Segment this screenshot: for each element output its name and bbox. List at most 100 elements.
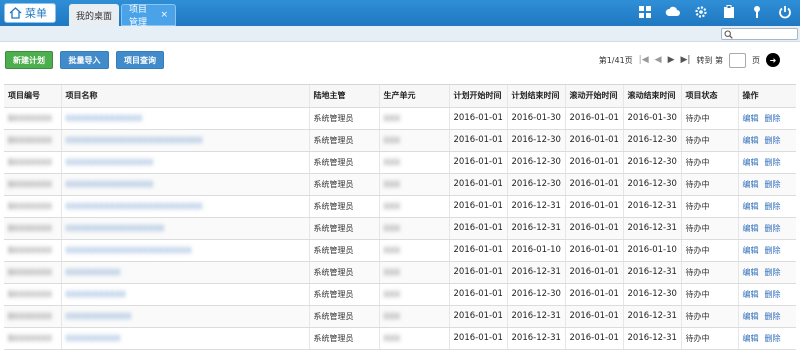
key-icon[interactable]: [748, 3, 766, 21]
menu-button[interactable]: 菜单: [4, 3, 56, 23]
name-value[interactable]: XXXXXXXXXXXXXXXX: [66, 180, 154, 189]
column-header[interactable]: 项目状态: [681, 85, 739, 108]
id-value: BXXXXXXX: [8, 267, 52, 277]
name-value[interactable]: XXXXXXXXXXXXXXXXXX: [66, 224, 165, 233]
next-page-button[interactable]: ▶: [668, 55, 675, 65]
page-number-input[interactable]: [729, 52, 746, 68]
plan-end-value: 2016-12-30: [511, 157, 561, 167]
cell-plan-end: 2016-12-31: [507, 217, 566, 240]
table-header-row: 项目编号 项目名称 陆地主管 生产单元 计划开始时间 计划结束时间 滚动开始时间 滚动结束时间…: [4, 85, 796, 108]
edit-link[interactable]: 编辑: [743, 224, 759, 233]
column-header[interactable]: 生产单元: [379, 85, 450, 108]
cell-plan-start: 2016-01-01: [449, 305, 508, 328]
roll-end-value: 2016-12-31: [627, 223, 677, 233]
id-value: BXXXXXXX: [8, 179, 52, 189]
table-row[interactable]: BXXXXXXX XXXXXXXXXX 系统管理员 XXX 2016-01-01 2016…: [4, 327, 796, 350]
name-value[interactable]: XXXXXXXXXXXXXXXXXXXXXXX: [66, 246, 192, 255]
cell-roll-end: 2016-12-31: [623, 327, 682, 350]
column-header[interactable]: 项目编号: [4, 85, 62, 108]
column-header[interactable]: 操作: [738, 85, 796, 108]
table-row[interactable]: BXXXXXXX XXXXXXXXXXXXXX 系统管理员 XXX 2016-01-01…: [4, 107, 796, 130]
roll-start-value: 2016-01-01: [569, 333, 619, 343]
edit-link[interactable]: 编辑: [743, 334, 759, 343]
last-page-button[interactable]: ▶|: [680, 55, 690, 65]
delete-link[interactable]: 删除: [765, 114, 781, 123]
cloud-icon[interactable]: [664, 3, 682, 21]
unit-value: XXX: [383, 201, 400, 211]
tab-label: 项目管理: [129, 5, 148, 28]
delete-link[interactable]: 删除: [765, 268, 781, 277]
edit-link[interactable]: 编辑: [743, 290, 759, 299]
edit-link[interactable]: 编辑: [743, 268, 759, 277]
tab-label: 我的桌面: [76, 11, 113, 22]
plan-start-value: 2016-01-01: [453, 289, 503, 299]
delete-link[interactable]: 删除: [765, 224, 781, 233]
table-row[interactable]: BXXXXXXX XXXXXXXXXXXXXXXXXX 系统管理员 XXX 2016-0…: [4, 217, 796, 240]
edit-link[interactable]: 编辑: [743, 136, 759, 145]
delete-link[interactable]: 删除: [765, 290, 781, 299]
edit-link[interactable]: 编辑: [743, 114, 759, 123]
column-header[interactable]: 滚动结束时间: [623, 85, 682, 108]
cell-name: XXXXXXXXXXXX: [61, 305, 310, 328]
id-value: BXXXXXXX: [8, 113, 52, 123]
delete-link[interactable]: 删除: [765, 180, 781, 189]
column-header[interactable]: 滚动开始时间: [565, 85, 624, 108]
cell-operations: 编辑 删除: [738, 173, 796, 196]
cell-id: BXXXXXXX: [4, 107, 62, 130]
column-header[interactable]: 陆地主管: [309, 85, 380, 108]
column-header[interactable]: 计划结束时间: [507, 85, 566, 108]
project-query-button[interactable]: 项目查询: [116, 51, 164, 69]
name-value[interactable]: XXXXXXXXXXX: [66, 290, 126, 299]
search-input[interactable]: [721, 28, 798, 40]
cell-roll-end: 2016-12-30: [623, 173, 682, 196]
delete-link[interactable]: 删除: [765, 202, 781, 211]
menu-label: 菜单: [25, 7, 47, 20]
clipboard-icon[interactable]: [720, 3, 738, 21]
cell-roll-start: 2016-01-01: [565, 217, 624, 240]
delete-link[interactable]: 删除: [765, 312, 781, 321]
unit-value: XXX: [383, 223, 400, 233]
prev-page-button[interactable]: ◀: [655, 55, 662, 65]
name-value[interactable]: XXXXXXXXXXXXXXXX: [66, 158, 154, 167]
column-header[interactable]: 项目名称: [61, 85, 310, 108]
table-row[interactable]: BXXXXXXX XXXXXXXXXXXXXXXXXXXXXXXXX 系统管理员 XX…: [4, 129, 796, 152]
cell-id: BXXXXXXX: [4, 151, 62, 174]
table-row[interactable]: BXXXXXXX XXXXXXXXXXXX 系统管理员 XXX 2016-01-01 20…: [4, 305, 796, 328]
name-value[interactable]: XXXXXXXXXX: [66, 268, 121, 277]
name-value[interactable]: XXXXXXXXXX: [66, 334, 121, 343]
power-icon[interactable]: [776, 3, 794, 21]
name-value[interactable]: XXXXXXXXXXXXXXXXXXXXXXXXX: [66, 202, 203, 211]
delete-link[interactable]: 删除: [765, 334, 781, 343]
edit-link[interactable]: 编辑: [743, 180, 759, 189]
delete-link[interactable]: 删除: [765, 158, 781, 167]
column-header[interactable]: 计划开始时间: [449, 85, 508, 108]
tab-project-management[interactable]: 项目管理 ×: [121, 4, 176, 28]
table-row[interactable]: BXXXXXXX XXXXXXXXXXXXXXXX 系统管理员 XXX 2016-01-…: [4, 151, 796, 174]
table-row[interactable]: BXXXXXXX XXXXXXXXXXXXXXXX 系统管理员 XXX 2016-01-…: [4, 173, 796, 196]
grid-icon[interactable]: [636, 3, 654, 21]
edit-link[interactable]: 编辑: [743, 202, 759, 211]
name-value[interactable]: XXXXXXXXXXXX: [66, 312, 132, 321]
name-value[interactable]: XXXXXXXXXXXXXX: [66, 114, 143, 123]
cell-name: XXXXXXXXXXXXXXXXXXXXXXX: [61, 239, 310, 262]
name-value[interactable]: XXXXXXXXXXXXXXXXXXXXXXXXX: [66, 136, 203, 145]
table-row[interactable]: BXXXXXXX XXXXXXXXXXX 系统管理员 XXX 2016-01-01 201…: [4, 283, 796, 306]
id-value: BXXXXXXX: [8, 245, 52, 255]
table-row[interactable]: BXXXXXXX XXXXXXXXXX 系统管理员 XXX 2016-01-01 2016…: [4, 261, 796, 284]
table-row[interactable]: BXXXXXXX XXXXXXXXXXXXXXXXXXXXXXXXX 系统管理员 XX…: [4, 195, 796, 218]
delete-link[interactable]: 删除: [765, 246, 781, 255]
status-value: 待办中: [685, 333, 710, 343]
edit-link[interactable]: 编辑: [743, 158, 759, 167]
edit-link[interactable]: 编辑: [743, 246, 759, 255]
new-plan-button[interactable]: 新建计划: [5, 51, 53, 69]
close-icon[interactable]: ×: [160, 10, 168, 20]
tab-my-desktop[interactable]: 我的桌面: [69, 4, 119, 26]
table-row[interactable]: BXXXXXXX XXXXXXXXXXXXXXXXXXXXXXX 系统管理员 XXX 2…: [4, 239, 796, 262]
delete-link[interactable]: 删除: [765, 136, 781, 145]
first-page-button[interactable]: |◀: [639, 55, 649, 65]
cell-manager: 系统管理员: [309, 261, 380, 284]
bulk-import-button[interactable]: 批量导入: [60, 51, 109, 69]
settings-icon[interactable]: [692, 3, 710, 21]
edit-link[interactable]: 编辑: [743, 312, 759, 321]
go-button[interactable]: ➜: [766, 53, 780, 67]
